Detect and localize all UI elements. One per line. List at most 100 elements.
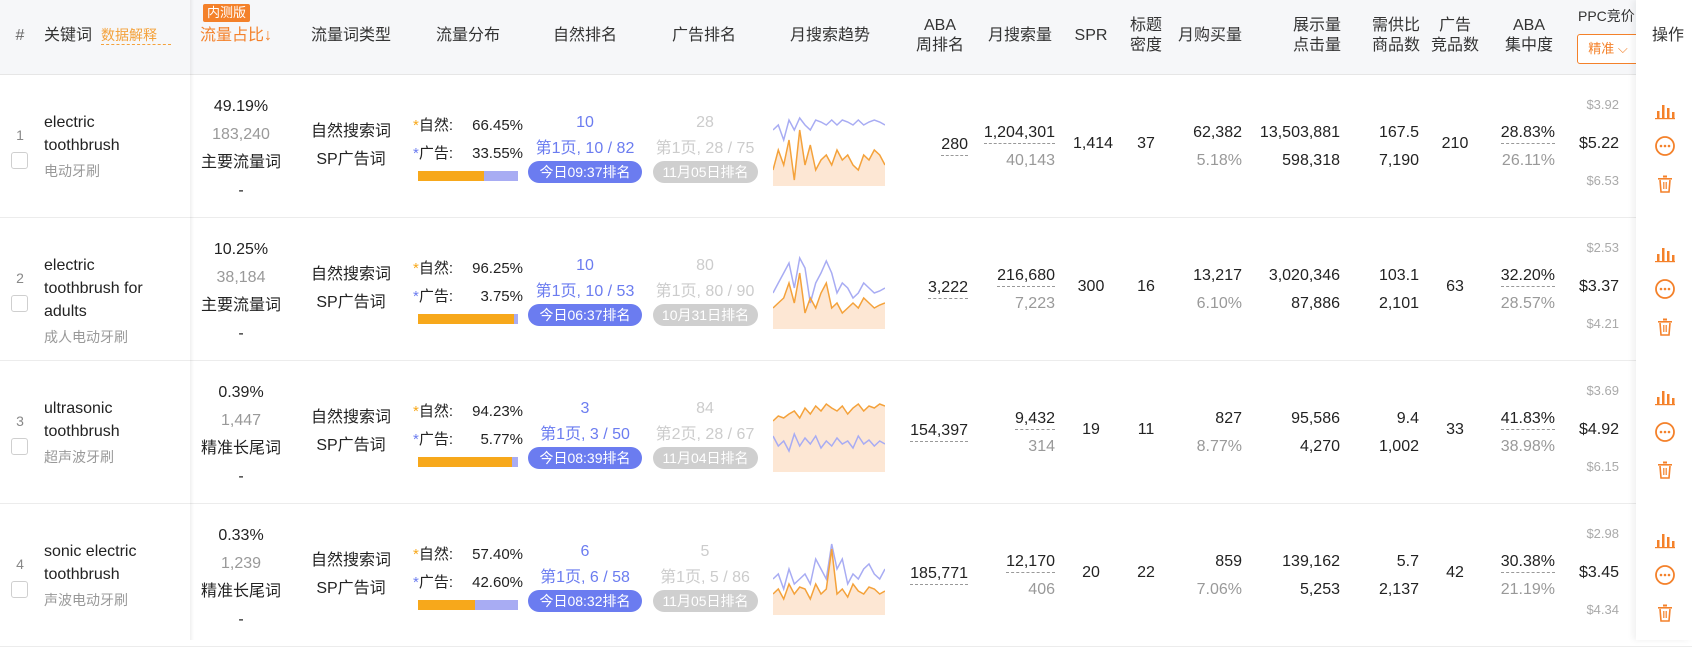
concentration-sub: 28.57%	[1500, 295, 1555, 312]
aba-rank-value: 154,397	[910, 421, 968, 442]
organic-pct: 57.40%	[472, 546, 523, 563]
sort-arrow-icon: ↓	[264, 27, 272, 44]
product-count: 2,137	[1378, 581, 1419, 598]
beta-badge: 内测版	[203, 4, 251, 22]
ad-rank-cell[interactable]: 5 第1页, 5 / 86	[645, 539, 765, 591]
supply-ratio: 103.1	[1378, 267, 1419, 284]
row-index: 4	[16, 556, 24, 572]
header-impressions: 展示量 点击量	[1289, 16, 1345, 56]
type-organic: 自然搜索词	[310, 552, 391, 569]
row-checkbox[interactable]	[11, 295, 28, 312]
organic-rank-cell[interactable]: 6 第1页, 6 / 58	[525, 539, 645, 591]
trash-icon[interactable]	[1654, 602, 1676, 624]
organic-rank: 6	[580, 543, 590, 560]
header-organic-rank: 自然排名	[552, 27, 617, 44]
ad-rank-cell[interactable]: 28 第1页, 28 / 75	[645, 110, 765, 162]
ad-page: 第1页, 80 / 90	[655, 283, 755, 300]
header-title-density-line2: 密度	[1129, 37, 1162, 54]
table-row: 1 electric toothbrush 电动牙刷 49.19% 183,240…	[0, 75, 1692, 218]
monthly-buy-rate: 5.18%	[1196, 152, 1242, 169]
traffic-share-dash: -	[238, 611, 244, 628]
keyword-link[interactable]: electric toothbrush	[44, 111, 174, 157]
keyword-line: toothbrush for	[44, 280, 143, 297]
traffic-share-pct: 49.19%	[213, 98, 269, 115]
more-icon[interactable]	[1654, 278, 1676, 300]
more-icon[interactable]	[1654, 421, 1676, 443]
trash-icon[interactable]	[1654, 316, 1676, 338]
trend-area	[773, 130, 885, 186]
keyword-link[interactable]: ultrasonic toothbrush	[44, 397, 174, 443]
organic-rank-time-badge: 今日09:37排名	[528, 161, 642, 183]
bar-chart-icon[interactable]	[1654, 528, 1676, 550]
monthly-search-value: 1,204,301	[983, 123, 1055, 144]
concentration-cell: 32.20% 28.57%	[1483, 262, 1555, 318]
search-trend-sparkline[interactable]	[773, 396, 885, 472]
traffic-share-cell: 49.19% 183,240 主要流量词 -	[192, 93, 290, 205]
monthly-search-cell: 216,680 7,223	[975, 262, 1055, 318]
monthly-search-value: 9,432	[1014, 409, 1055, 430]
more-icon[interactable]	[1654, 564, 1676, 586]
keyword-translation: 超声波牙刷	[44, 449, 114, 465]
concentration-cell: 28.83% 26.11%	[1483, 119, 1555, 175]
bar-chart-icon[interactable]	[1654, 99, 1676, 121]
trash-icon[interactable]	[1654, 459, 1676, 481]
header-ad-line2: 竞品数	[1430, 37, 1479, 54]
product-count: 1,002	[1378, 438, 1419, 455]
supply-demand-cell: 103.1 2,101	[1355, 262, 1419, 318]
ad-page: 第1页, 5 / 86	[660, 569, 750, 586]
organic-rank-cell[interactable]: 10 第1页, 10 / 53	[525, 253, 645, 305]
ad-label: 广告:	[418, 431, 454, 448]
impressions-value: 3,020,346	[1268, 267, 1340, 284]
organic-rank-cell[interactable]: 3 第1页, 3 / 50	[525, 396, 645, 448]
organic-fill	[418, 314, 515, 324]
row-index: 2	[16, 270, 24, 286]
chevron-down-icon: ⌵	[1617, 41, 1628, 56]
header-traffic-type: 流量词类型	[310, 27, 391, 44]
traffic-type-cell: 自然搜索词 SP广告词	[306, 547, 396, 603]
precise-dropdown[interactable]: 精准 ⌵	[1577, 34, 1639, 64]
type-organic: 自然搜索词	[310, 409, 391, 426]
title-density-value: 11	[1137, 421, 1155, 438]
bar-chart-icon[interactable]	[1654, 242, 1676, 264]
row-checkbox[interactable]	[11, 152, 28, 169]
header-spr: SPR	[1074, 27, 1108, 44]
traffic-share-count: 38,184	[216, 269, 266, 286]
type-sp: SP广告词	[316, 151, 386, 168]
search-trend-sparkline[interactable]	[773, 110, 885, 186]
traffic-share-pct: 0.33%	[218, 527, 264, 544]
traffic-share-dash: -	[238, 182, 244, 199]
trash-icon[interactable]	[1654, 173, 1676, 195]
search-trend-sparkline[interactable]	[773, 539, 885, 615]
concentration-value: 41.83%	[1500, 409, 1555, 430]
header-traffic-share[interactable]: 流量占比↓	[196, 26, 276, 46]
ad-pct: 42.60%	[472, 574, 523, 591]
header-traffic-share-label: 流量占比	[199, 27, 264, 44]
keyword-link[interactable]: sonic electric toothbrush	[44, 540, 174, 586]
organic-rank-cell[interactable]: 10 第1页, 10 / 82	[525, 110, 645, 162]
data-explain-link[interactable]: 数据解释	[101, 26, 171, 45]
row-checkbox[interactable]	[11, 581, 28, 598]
more-icon[interactable]	[1654, 135, 1676, 157]
ppc-high: $6.15	[1586, 459, 1619, 474]
monthly-buy-rate: 8.77%	[1196, 438, 1242, 455]
traffic-share-dash: -	[238, 325, 244, 342]
bar-chart-icon[interactable]	[1654, 385, 1676, 407]
traffic-dist-cell: *自然: 66.45% *广告: 33.55%	[413, 112, 523, 168]
type-organic: 自然搜索词	[310, 123, 391, 140]
traffic-share-pct: 0.39%	[218, 384, 264, 401]
ad-rank-cell[interactable]: 80 第1页, 80 / 90	[645, 253, 765, 305]
impressions-value: 13,503,881	[1259, 124, 1340, 141]
row-checkbox[interactable]	[11, 438, 28, 455]
keyword-line: toothbrush	[44, 566, 120, 583]
ad-rank-cell[interactable]: 84 第2页, 28 / 67	[645, 396, 765, 448]
keyword-line: toothbrush	[44, 423, 120, 440]
trend-area	[773, 273, 885, 329]
clicks-value: 4,270	[1299, 438, 1340, 455]
impressions-value: 95,586	[1291, 410, 1340, 427]
impressions-cell: 139,162 5,253	[1240, 548, 1340, 604]
traffic-dist-bar	[418, 314, 518, 324]
supply-demand-cell: 9.4 1,002	[1355, 405, 1419, 461]
aba-rank: 185,771	[900, 564, 968, 585]
keyword-link[interactable]: electric toothbrush for adults	[44, 254, 174, 323]
search-trend-sparkline[interactable]	[773, 253, 885, 329]
